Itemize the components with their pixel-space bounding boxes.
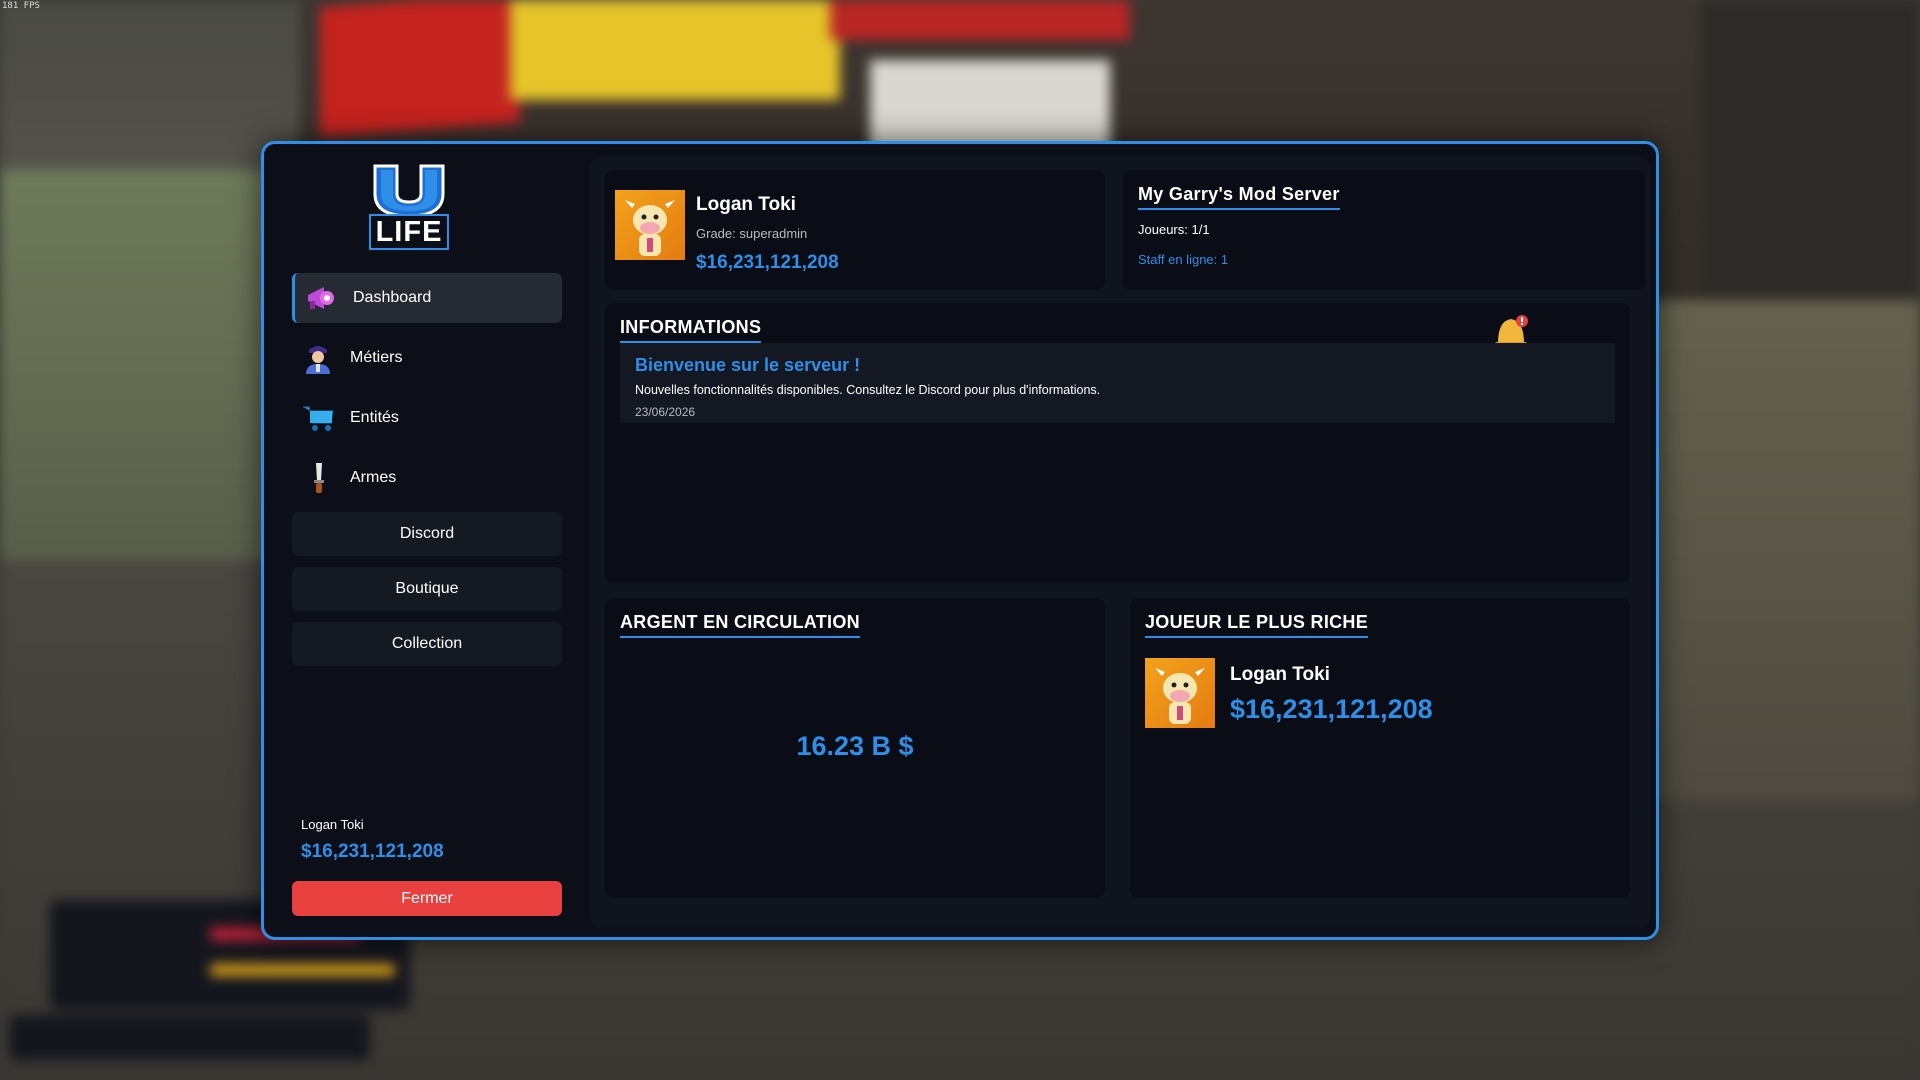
news-post-date: 23/06/2026	[635, 405, 696, 419]
informations-card: INFORMATIONS Bienvenue sur le serveur ! …	[605, 303, 1630, 583]
ulife-logo: LIFE	[369, 164, 449, 254]
sidebar: LIFE Dashboard Métiers Entités Armes Dis…	[264, 144, 564, 937]
sidebar-item-label: Armes	[350, 469, 397, 486]
profile-money: $16,231,121,208	[696, 252, 839, 273]
richest-title: JOUEUR LE PLUS RICHE	[1145, 612, 1369, 638]
sidebar-item-armes[interactable]: Armes	[292, 453, 562, 503]
logo-text: LIFE	[369, 214, 449, 250]
dashboard-panel: LIFE Dashboard Métiers Entités Armes Dis…	[261, 141, 1659, 940]
server-name: My Garry's Mod Server	[1138, 184, 1340, 210]
profile-card: Logan Toki Grade: superadmin $16,231,121…	[605, 170, 1105, 290]
boutique-button[interactable]: Boutique	[292, 567, 562, 611]
news-post-title: Bienvenue sur le serveur !	[635, 355, 861, 375]
sidebar-item-label: Dashboard	[353, 289, 432, 306]
sidebar-item-dashboard[interactable]: Dashboard	[292, 273, 562, 323]
circulation-value: 16.23 B $	[796, 731, 914, 761]
circulation-title: ARGENT EN CIRCULATION	[620, 612, 860, 638]
richest-card: JOUEUR LE PLUS RICHE Logan Toki $16,231,…	[1130, 598, 1630, 898]
main-content: Logan Toki Grade: superadmin $16,231,121…	[590, 157, 1650, 927]
richest-name: Logan Toki	[1230, 664, 1330, 685]
server-card: My Garry's Mod Server Joueurs: 1/1 Staff…	[1123, 170, 1645, 290]
sidebar-money: $16,231,121,208	[301, 841, 444, 862]
collection-button[interactable]: Collection	[292, 622, 562, 666]
fps-counter: 181 FPS	[2, 1, 40, 11]
richest-money: $16,231,121,208	[1230, 694, 1433, 724]
circulation-card: ARGENT EN CIRCULATION 16.23 B $	[605, 598, 1105, 898]
profile-name: Logan Toki	[696, 194, 796, 215]
richest-avatar	[1145, 658, 1215, 728]
worker-icon	[300, 340, 336, 376]
server-staff: Staff en ligne: 1	[1138, 252, 1229, 267]
logo-u-icon	[373, 164, 445, 216]
news-post-body: Nouvelles fonctionnalités disponibles. C…	[635, 383, 1101, 397]
cow-avatar-icon	[1155, 668, 1205, 724]
discord-button[interactable]: Discord	[292, 512, 562, 556]
server-players: Joueurs: 1/1	[1138, 222, 1210, 237]
sidebar-username: Logan Toki	[301, 817, 364, 832]
cow-avatar-icon	[625, 200, 675, 256]
sidebar-item-entites[interactable]: Entités	[292, 393, 562, 443]
close-button[interactable]: Fermer	[292, 881, 562, 916]
informations-title: INFORMATIONS	[620, 317, 762, 343]
sidebar-item-label: Métiers	[350, 349, 403, 366]
sidebar-item-label: Entités	[350, 409, 399, 426]
megaphone-icon	[303, 280, 339, 316]
avatar	[615, 190, 685, 260]
cart-icon	[300, 400, 336, 436]
profile-grade: Grade: superadmin	[696, 226, 808, 241]
knife-icon	[300, 460, 336, 496]
news-post: Bienvenue sur le serveur ! Nouvelles fon…	[620, 343, 1615, 423]
sidebar-item-metiers[interactable]: Métiers	[292, 333, 562, 383]
